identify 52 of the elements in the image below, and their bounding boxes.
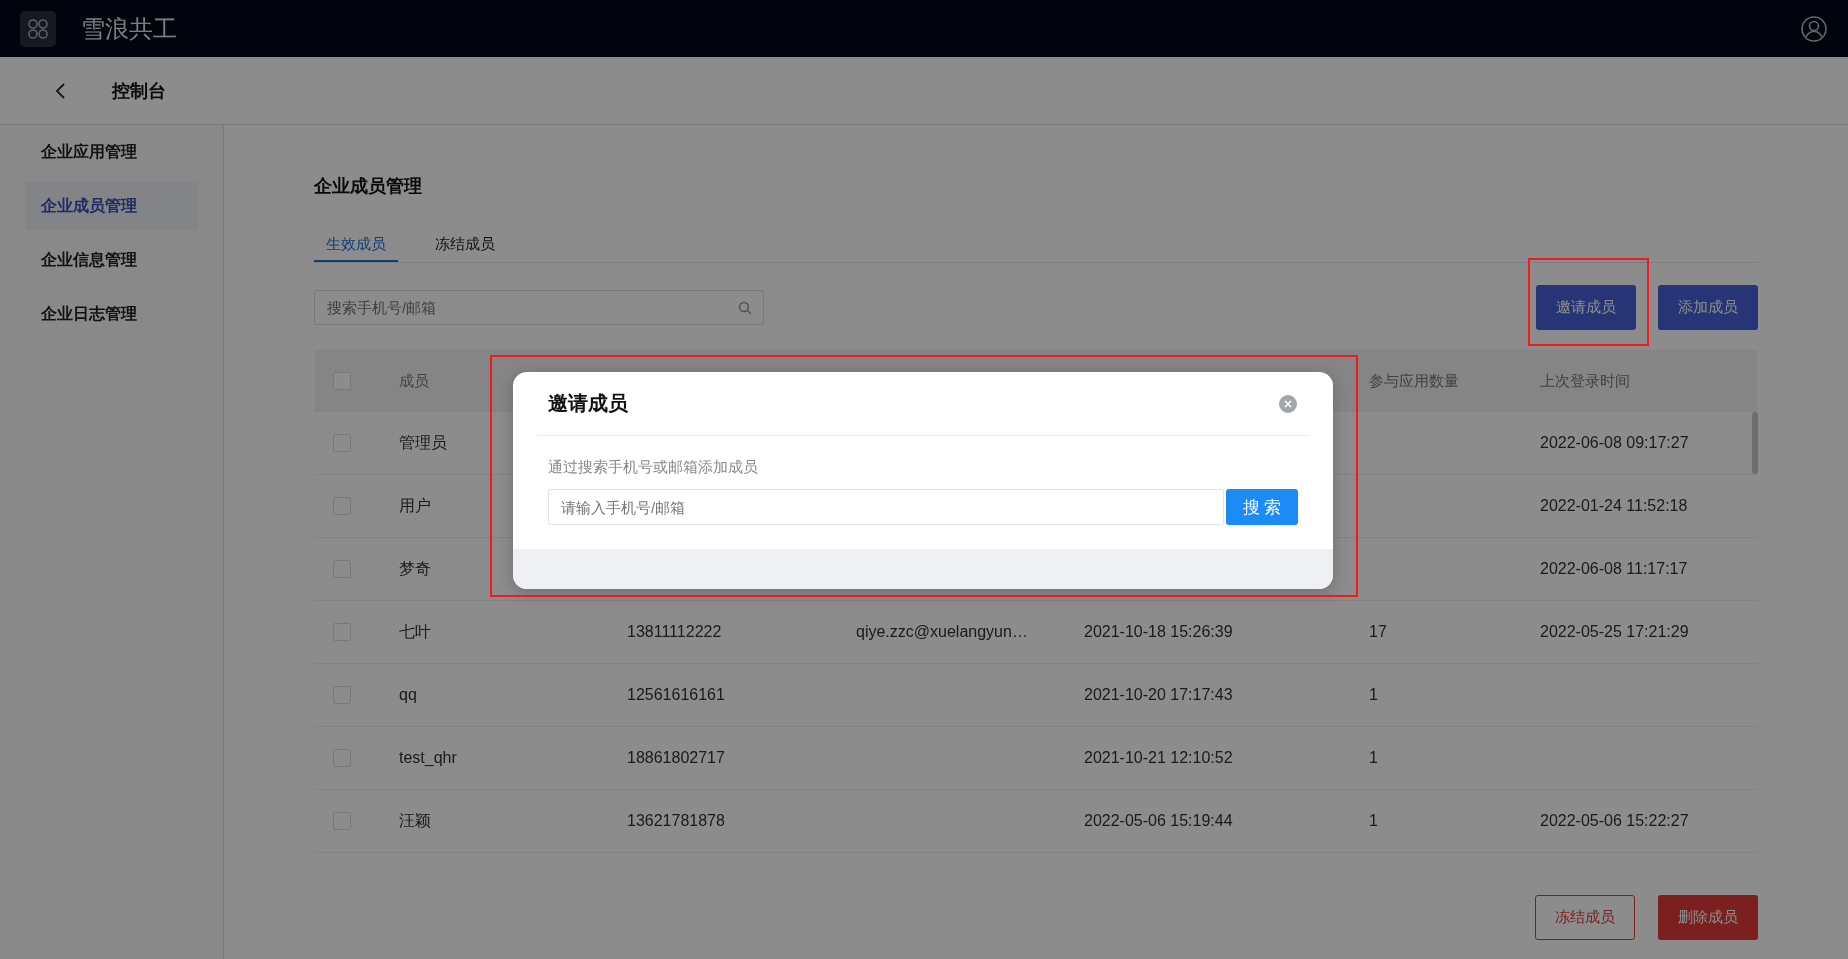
table-cell: 1 — [1369, 749, 1378, 767]
table-cell: 2022-05-06 15:19:44 — [1084, 812, 1233, 830]
table-cell: 13621781878 — [627, 812, 725, 830]
table-cell: 2021-10-21 12:10:52 — [1084, 749, 1233, 767]
table-cell-text: 七叶 — [399, 621, 431, 642]
search-field[interactable]: 搜索手机号/邮箱 — [314, 290, 764, 325]
delete-button[interactable]: 删除成员 — [1658, 895, 1758, 940]
column-header: 上次登录时间 — [1540, 371, 1630, 391]
add-button[interactable]: 添加成员 — [1658, 285, 1758, 330]
hint-text: 通过搜索手机号或邮箱添加成员 — [548, 458, 759, 477]
table-cell-text: 用户 — [399, 495, 431, 516]
table-cell: 2022-06-08 11:17:17 — [1540, 560, 1688, 578]
sidebar-item[interactable]: 企业信息管理 — [25, 236, 198, 284]
tab[interactable]: 生效成员 — [314, 235, 398, 262]
freeze-button[interactable]: 冻结成员 — [1535, 895, 1635, 940]
table-cell: qq — [399, 686, 417, 704]
sidebar-item[interactable]: 企业日志管理 — [25, 290, 198, 338]
table-cell-text: 管理员 — [399, 432, 447, 453]
dialog-title: 邀请成员 — [548, 391, 628, 416]
table-cell: test_qhr — [399, 749, 457, 767]
app-grid-icon[interactable] — [20, 10, 56, 47]
table-cell: 2022-05-06 15:22:27 — [1540, 812, 1689, 830]
phone-email-field[interactable]: 请输入手机号/邮箱 — [548, 489, 1224, 525]
table-cell-text: 梦奇 — [399, 558, 431, 579]
table-cell: 2021-10-18 15:26:39 — [1084, 623, 1233, 641]
search-button[interactable]: 搜 索 — [1226, 489, 1298, 525]
section-title: 企业成员管理 — [314, 175, 423, 198]
table-cell: 17 — [1369, 623, 1387, 641]
table-cell-text: 汪颖 — [399, 810, 431, 831]
table-cell: 18861802717 — [627, 749, 725, 767]
sidebar-item[interactable]: 企业应用管理 — [25, 128, 198, 176]
table-cell: 2021-10-20 17:17:43 — [1084, 686, 1233, 704]
search-icon[interactable] — [738, 301, 752, 315]
table-cell: 2022-06-08 09:17:27 — [1540, 434, 1689, 452]
table-cell: 2022-01-24 11:52:18 — [1540, 497, 1688, 515]
column-header: 参与应用数量 — [1369, 371, 1459, 391]
page-heading: 控制台 — [112, 79, 166, 103]
table-cell: 13811112222 — [627, 623, 722, 641]
back-icon[interactable] — [54, 80, 68, 101]
table-cell: 1 — [1369, 686, 1378, 704]
app-title: 雪浪共工 — [81, 13, 177, 44]
scrollbar-thumb[interactable] — [1752, 412, 1758, 474]
table-cell: 2022-05-25 17:21:29 — [1540, 623, 1689, 641]
table-cell: 1 — [1369, 812, 1378, 830]
invite-button[interactable]: 邀请成员 — [1536, 285, 1636, 330]
close-icon[interactable] — [1279, 394, 1297, 413]
sidebar-item[interactable]: 企业成员管理 — [25, 182, 198, 230]
table-cell: 12561616161 — [627, 686, 725, 704]
tab[interactable]: 冻结成员 — [423, 235, 507, 262]
user-avatar-icon[interactable] — [1800, 14, 1828, 43]
table-cell: qiye.zzc@xuelangyun… — [856, 623, 1028, 641]
column-header: 成员 — [399, 371, 429, 391]
